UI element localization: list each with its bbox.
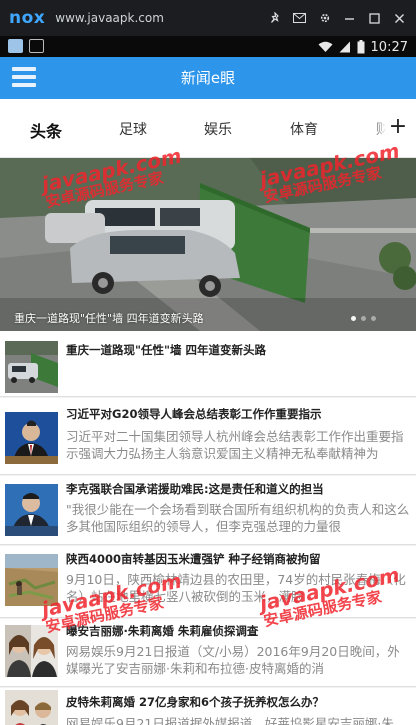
gear-icon[interactable] [312,0,337,36]
tab-entertainment[interactable]: 娱乐 [204,119,232,139]
news-item[interactable]: 陕西4000亩转基因玉米遭强铲 种子经销商被拘留 9月10日，陕西榆林靖边县的农… [0,546,416,618]
add-tab-button[interactable]: + [386,112,410,142]
banner-caption: 重庆一道路现"任性"墙 四年道变新头路 [14,312,204,325]
category-tabs: 头条 足球 娱乐 体育 财 + [0,99,416,158]
news-digest: 9月10日，陕西榆林靖边县的农田里，74岁的村民张春梅（化名）站在地里横七竖八被… [66,572,406,604]
app-title: 新闻e眼 [180,69,236,87]
news-title: 曝安吉丽娜·朱莉离婚 朱莉雇侦探调查 [66,624,259,638]
tab-headlines[interactable]: 头条 [30,118,62,142]
news-item[interactable]: 皮特朱莉离婚 27亿身家和6个孩子抚养权怎么办？ 网易娱乐9月21日报道据外媒报… [0,688,416,725]
battery-icon [357,40,365,54]
maximize-icon[interactable] [362,0,387,36]
carousel-dots [351,316,376,321]
banner-carousel[interactable]: 重庆一道路现"任性"墙 四年道变新头路 [0,158,416,331]
news-thumbnail [5,341,58,393]
carousel-dot-active[interactable] [351,316,356,321]
wifi-icon [318,41,333,52]
news-title: 习近平对G20领导人峰会总结表彰工作作重要指示 [66,407,322,421]
banner-image [0,158,416,331]
emulator-logo: nox [9,8,46,28]
mail-icon[interactable] [287,0,312,36]
news-item[interactable]: 李克强联合国承诺援助难民:这是责任和道义的担当 "我很少能在一个会场看到联合国所… [0,476,416,545]
emulator-url: www.javaapk.com [55,11,164,25]
news-item[interactable]: 习近平对G20领导人峰会总结表彰工作作重要指示 习近平对二十国集团领导人杭州峰会… [0,398,416,475]
news-thumbnail [5,690,58,725]
news-title: 重庆一道路现"任性"墙 四年道变新头路 [66,343,266,357]
news-title: 皮特朱莉离婚 27亿身家和6个孩子抚养权怎么办？ [66,695,325,709]
news-thumbnail [5,484,58,536]
news-title: 陕西4000亩转基因玉米遭强铲 种子经销商被拘留 [66,552,321,566]
carousel-dot[interactable] [371,316,376,321]
carousel-dot[interactable] [361,316,366,321]
close-icon[interactable] [387,0,412,36]
news-thumbnail [5,625,58,677]
news-digest: 习近平对二十国集团领导人杭州峰会总结表彰工作作出重要指示强调大力弘扬主人翁意识爱… [66,429,404,461]
app-notification-icon [8,39,23,53]
news-digest: "我很少能在一个会场看到联合国所有组织机构的负责人和这么多其他国际组织的领导人，… [66,502,410,534]
android-status-bar: 10:27 [0,36,416,57]
news-title: 李克强联合国承诺援助难民:这是责任和道义的担当 [66,482,324,496]
tab-sports[interactable]: 体育 [290,119,318,139]
status-time: 10:27 [370,39,408,55]
sim-notification-icon [29,39,44,53]
tab-football[interactable]: 足球 [119,119,147,139]
news-thumbnail [5,412,58,464]
news-item[interactable]: 重庆一道路现"任性"墙 四年道变新头路 [0,331,416,397]
news-item[interactable]: 曝安吉丽娜·朱莉离婚 朱莉雇侦探调查 网易娱乐9月21日报道（文/小易）2016… [0,619,416,687]
news-digest: 网易娱乐9月21日报道（文/小易）2016年9月20日晚间，外媒曝光了安吉丽娜·… [66,644,400,676]
app-header: 新闻e眼 [0,57,416,99]
emulator-title-bar: nox www.javaapk.com [0,0,416,36]
pin-icon[interactable] [262,0,287,36]
emulator-toolbar [262,0,412,36]
news-thumbnail [5,554,58,606]
minimize-icon[interactable] [337,0,362,36]
signal-icon [339,41,350,53]
news-digest: 网易娱乐9月21日报道据外媒报道，好莱坞影星安吉丽娜·朱 [66,716,394,725]
